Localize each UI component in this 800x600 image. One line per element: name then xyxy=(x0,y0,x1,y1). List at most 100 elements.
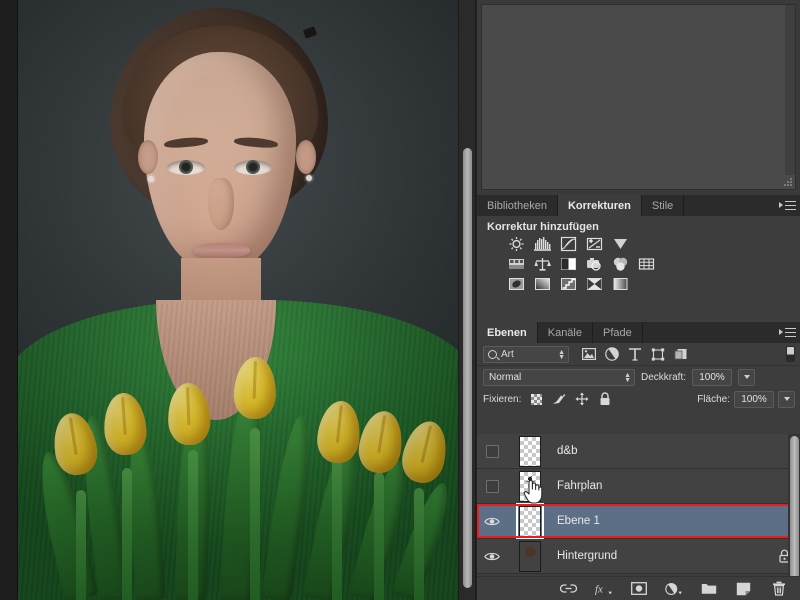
layer-list-scrollbar[interactable] xyxy=(788,434,800,597)
add-mask-icon[interactable] xyxy=(630,581,647,597)
layer-list: d&b Fahrplan Ebene 1 Hintergrund xyxy=(477,434,800,597)
face xyxy=(144,52,296,272)
tabbar-spacer xyxy=(684,195,777,216)
visibility-toggle[interactable] xyxy=(477,551,507,562)
layer-row-fahrplan[interactable]: Fahrplan xyxy=(477,469,800,504)
resize-grip[interactable] xyxy=(783,177,793,187)
delete-layer-icon[interactable] xyxy=(770,581,787,597)
new-layer-icon[interactable] xyxy=(735,581,752,597)
leaf xyxy=(124,431,166,600)
corrections-panel: Korrektur hinzufügen xyxy=(477,216,800,322)
layer-thumbnail-cell[interactable] xyxy=(507,540,553,572)
hue-saturation-icon[interactable] xyxy=(559,256,577,272)
type-filter-icon[interactable] xyxy=(628,347,642,361)
link-icon[interactable] xyxy=(560,581,577,597)
tulip xyxy=(49,410,101,478)
tab-pfade[interactable]: Pfade xyxy=(593,322,643,343)
filter-icon-group xyxy=(582,347,688,361)
scrollbar-thumb[interactable] xyxy=(790,436,799,588)
layer-thumbnail-cell[interactable] xyxy=(507,502,553,540)
invert-icon[interactable] xyxy=(507,276,525,292)
leaf xyxy=(261,412,317,600)
photoshop-window: Bibliotheken Korrekturen Stile Korrektur… xyxy=(0,0,800,600)
photo-filter-icon[interactable] xyxy=(585,256,603,272)
adjustment-filter-icon[interactable] xyxy=(605,347,619,361)
color-lookup-icon[interactable] xyxy=(637,256,655,272)
tab-korrekturen[interactable]: Korrekturen xyxy=(557,195,642,216)
corrections-panel-menu-button[interactable] xyxy=(777,195,800,216)
canvas-vertical-scrollbar[interactable] xyxy=(458,0,476,600)
adjustment-layer-icon[interactable] xyxy=(665,581,682,597)
lock-label: Fixieren: xyxy=(483,393,522,405)
eye-icon xyxy=(484,517,500,525)
layer-name[interactable]: Ebene 1 xyxy=(553,515,600,527)
curves-icon[interactable] xyxy=(559,236,577,252)
eye-left xyxy=(167,160,205,175)
layer-thumbnail-cell[interactable] xyxy=(507,435,553,467)
visibility-toggle[interactable] xyxy=(477,479,507,493)
selective-color-icon[interactable] xyxy=(611,276,629,292)
hair-top xyxy=(122,26,318,176)
fill-value[interactable]: 100% xyxy=(734,390,774,408)
layer-row-hintergrund[interactable]: Hintergrund xyxy=(477,539,800,574)
lock-image-pixels-icon[interactable] xyxy=(552,392,566,406)
portrait-photo xyxy=(18,0,458,600)
image-canvas[interactable] xyxy=(18,0,458,600)
stem xyxy=(332,458,342,600)
stem xyxy=(250,428,260,600)
visibility-off-icon xyxy=(485,479,499,493)
threshold-icon[interactable] xyxy=(559,276,577,292)
stepper-arrows-icon: ▲ ▼ xyxy=(558,348,565,361)
tulip xyxy=(314,398,364,466)
filter-kind-select[interactable]: Art ▲ ▼ xyxy=(483,345,569,363)
fx-icon[interactable]: fx xyxy=(595,581,612,597)
vibrance-icon[interactable] xyxy=(611,236,629,252)
tulip-bouquet xyxy=(18,355,458,600)
new-group-icon[interactable] xyxy=(700,581,717,597)
layer-thumbnail-cell[interactable] xyxy=(507,470,553,502)
opacity-value[interactable]: 100% xyxy=(692,368,733,386)
adjustment-icon-grid xyxy=(477,236,800,292)
lock-all-icon[interactable] xyxy=(598,392,612,406)
layer-row-ebene-1[interactable]: Ebene 1 xyxy=(477,502,800,540)
shape-filter-icon[interactable] xyxy=(651,347,665,361)
channel-mixer-icon[interactable] xyxy=(611,256,629,272)
layer-row-db[interactable]: d&b xyxy=(477,434,800,469)
stem xyxy=(188,450,198,600)
smartobject-filter-icon[interactable] xyxy=(674,347,688,361)
levels-icon[interactable] xyxy=(533,236,551,252)
black-and-white-icon[interactable] xyxy=(533,256,551,272)
scrollbar-thumb[interactable] xyxy=(463,148,472,588)
tab-bibliotheken[interactable]: Bibliotheken xyxy=(477,195,558,216)
blend-mode-select[interactable]: Normal ▲ ▼ xyxy=(483,368,635,386)
fill-dropdown-button[interactable] xyxy=(778,390,795,408)
brightness-contrast-icon[interactable] xyxy=(507,236,525,252)
filter-enable-toggle[interactable] xyxy=(786,346,795,362)
layers-panel-menu-button[interactable] xyxy=(777,322,800,343)
tab-stile[interactable]: Stile xyxy=(641,195,685,216)
visibility-toggle[interactable] xyxy=(477,444,507,458)
pixel-filter-icon[interactable] xyxy=(582,347,596,361)
stepper-arrows-icon: ▲ ▼ xyxy=(624,371,631,384)
visibility-toggle[interactable] xyxy=(477,516,507,527)
exposure-icon[interactable] xyxy=(585,236,603,252)
chevron-down-icon xyxy=(743,375,750,379)
neck xyxy=(181,258,261,338)
opacity-dropdown-button[interactable] xyxy=(738,368,756,386)
tab-ebenen[interactable]: Ebenen xyxy=(477,322,538,343)
posterize-icon[interactable] xyxy=(533,276,551,292)
corrections-tabbar: Bibliotheken Korrekturen Stile xyxy=(477,195,800,216)
stem xyxy=(76,490,86,600)
eye-right xyxy=(234,160,272,175)
lock-transparent-pixels-icon[interactable] xyxy=(529,392,543,406)
lock-position-icon[interactable] xyxy=(575,392,589,406)
blend-mode-row: Normal ▲ ▼ Deckkraft: 100% xyxy=(477,366,800,388)
layer-name[interactable]: Fahrplan xyxy=(553,480,602,492)
layer-name[interactable]: d&b xyxy=(553,445,577,457)
layer-name[interactable]: Hintergrund xyxy=(553,550,617,562)
tab-kanaele[interactable]: Kanäle xyxy=(537,322,593,343)
panel-menu-icon xyxy=(778,200,796,211)
color-balance-icon[interactable] xyxy=(507,256,525,272)
gradient-map-icon[interactable] xyxy=(585,276,603,292)
upper-panel-scrollbar[interactable] xyxy=(785,5,795,175)
